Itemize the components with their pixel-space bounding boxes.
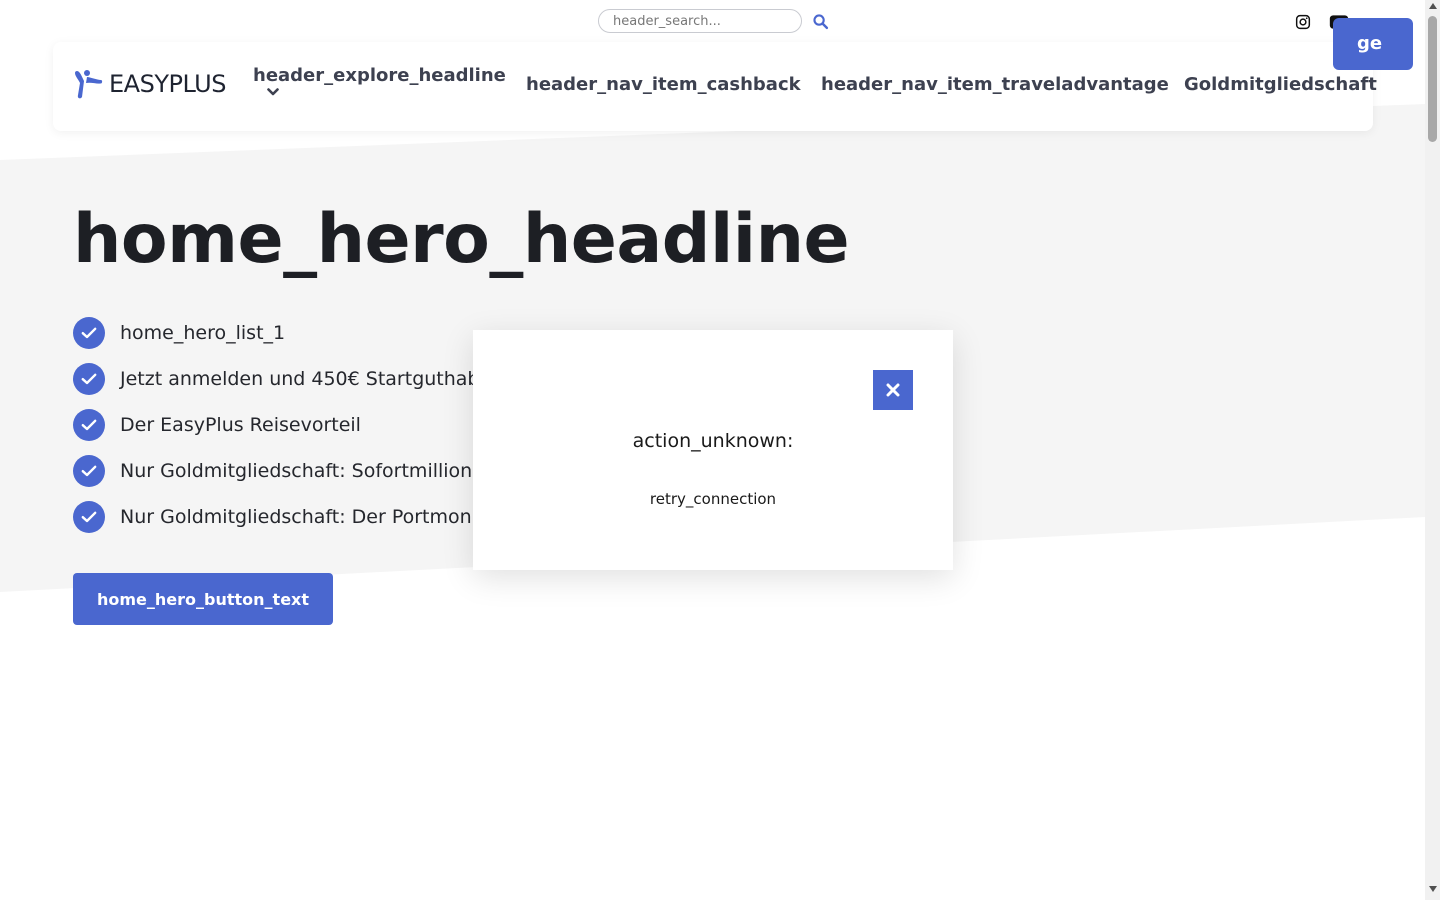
chevron-down-icon <box>267 88 279 96</box>
close-icon <box>886 383 900 397</box>
hero-cta-button[interactable]: home_hero_button_text <box>73 573 334 625</box>
header-cta-button[interactable]: ge <box>1333 18 1413 70</box>
list-item-text: Nur Goldmitgliedschaft: Sofortmillion <box>120 460 473 482</box>
list-item-text: home_hero_list_1 <box>120 322 286 344</box>
list-item-text: Nur Goldmitgliedschaft: Der Portmon <box>120 506 472 528</box>
search-input[interactable] <box>598 9 802 33</box>
top-utility-bar <box>0 0 1425 42</box>
check-circle-icon <box>73 455 105 487</box>
scroll-down-arrow-icon[interactable] <box>1428 886 1437 896</box>
search-button[interactable] <box>808 10 832 32</box>
header-search <box>598 9 828 33</box>
page-scrollbar[interactable] <box>1425 0 1440 900</box>
list-item-text: Jetzt anmelden und 450€ Startguthab <box>120 368 480 390</box>
nav-item-traveladvantage[interactable]: header_nav_item_traveladvantage <box>821 74 1169 95</box>
logo[interactable]: EASYPLUS <box>73 68 226 100</box>
check-circle-icon <box>73 363 105 395</box>
hero-headline: home_hero_headline <box>73 200 850 279</box>
nav-item-cashback[interactable]: header_nav_item_cashback <box>526 74 801 95</box>
nav-item-goldmitgliedschaft[interactable]: Goldmitgliedschaft <box>1184 74 1377 95</box>
nav-explore-label: header_explore_headline <box>253 65 506 86</box>
modal-title: action_unknown: <box>632 430 794 452</box>
check-circle-icon <box>73 317 105 349</box>
check-circle-icon <box>73 501 105 533</box>
easyplus-logo-icon <box>75 70 103 99</box>
search-icon <box>812 13 828 29</box>
retry-connection-link[interactable]: retry_connection <box>473 490 953 508</box>
nav-item-explore[interactable]: header_explore_headline <box>253 65 506 97</box>
instagram-icon <box>1295 14 1311 30</box>
scrollbar-thumb[interactable] <box>1428 16 1437 142</box>
logo-text: EASYPLUS <box>109 70 226 98</box>
error-modal: action_unknown: retry_connection <box>473 330 953 570</box>
modal-close-button[interactable] <box>873 370 913 410</box>
check-circle-icon <box>73 409 105 441</box>
scroll-up-arrow-icon[interactable] <box>1428 3 1437 13</box>
list-item-text: Der EasyPlus Reisevorteil <box>120 414 361 436</box>
instagram-link[interactable] <box>1292 12 1314 32</box>
main-header: EASYPLUS header_explore_headline header_… <box>53 42 1377 131</box>
page: EASYPLUS header_explore_headline header_… <box>0 0 1440 900</box>
